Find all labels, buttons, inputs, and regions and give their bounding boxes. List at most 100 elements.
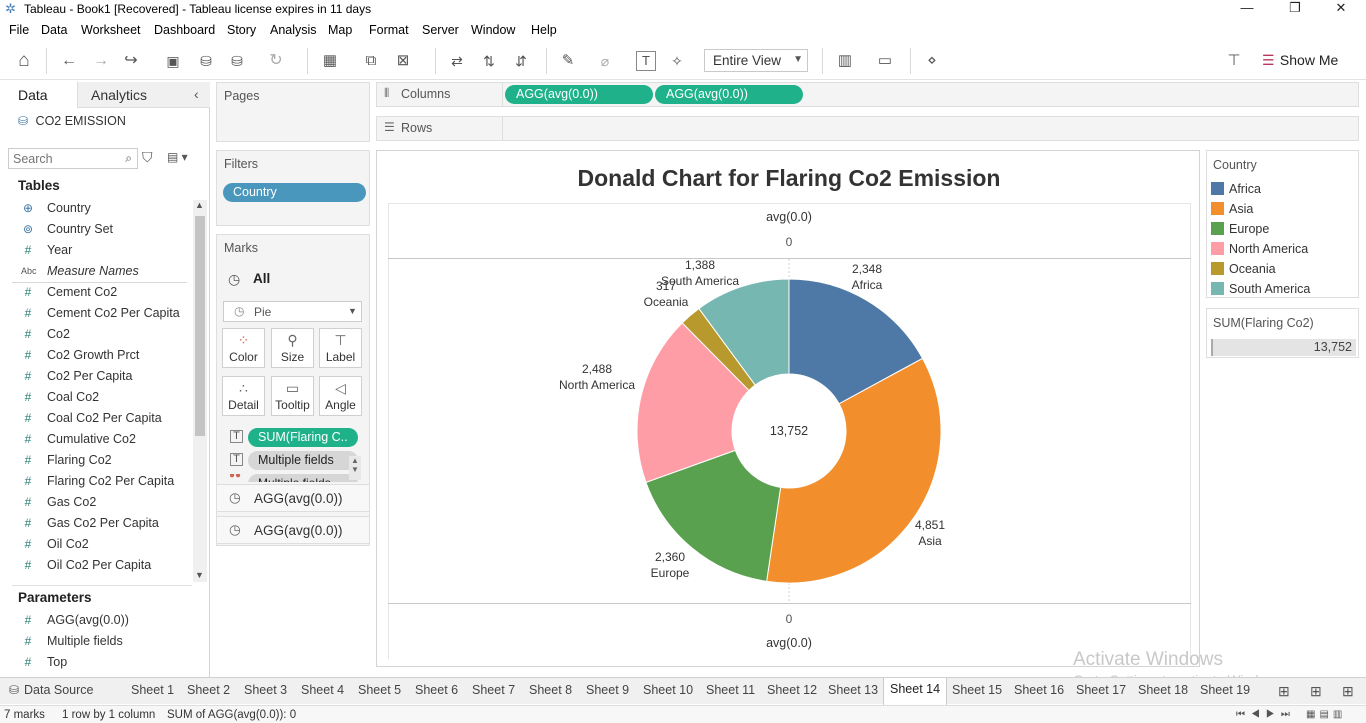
field-item[interactable]: # Gas Co2 Per Capita	[18, 513, 190, 534]
save-icon[interactable]: ▣	[162, 50, 184, 72]
menu-analysis[interactable]: Analysis	[270, 23, 317, 37]
detail-button[interactable]: ∴ Detail	[222, 376, 265, 416]
new-story-icon[interactable]: ⊞	[1342, 683, 1354, 700]
sheet-tab[interactable]: Sheet 16	[1014, 683, 1064, 697]
column-pill-2[interactable]: AGG(avg(0.0))	[655, 85, 803, 104]
menu-help[interactable]: Help	[531, 23, 557, 37]
columns-shelf[interactable]: ⦀ Columns AGG(avg(0.0)) AGG(avg(0.0))	[376, 82, 1359, 107]
highlight-icon[interactable]: ✎	[557, 50, 579, 72]
pin-icon[interactable]: ✧	[666, 50, 688, 72]
sheet-tab[interactable]: Sheet 9	[586, 683, 629, 697]
label-icon[interactable]: T	[636, 51, 656, 71]
marks-agg-row-2[interactable]: ◷ AGG(avg(0.0))	[216, 516, 370, 544]
fit-dropdown[interactable]: Entire View ▼	[704, 49, 808, 72]
field-item[interactable]: # Coal Co2 Per Capita	[18, 408, 190, 429]
close-window-button[interactable]: ✕	[1326, 0, 1356, 18]
rows-shelf[interactable]: ☰ Rows	[376, 116, 1359, 141]
redo-icon[interactable]: →	[90, 50, 112, 72]
sheet-tab[interactable]: Sheet 10	[643, 683, 693, 697]
mark-pill-multiple-fields-2[interactable]: Multiple fields	[248, 474, 358, 482]
new-dashboard-icon[interactable]: ⊞	[1310, 683, 1322, 700]
sheet-tab[interactable]: Sheet 13	[828, 683, 878, 697]
sheet-tab[interactable]: Sheet 11	[706, 683, 755, 697]
marks-agg-row-1[interactable]: ◷ AGG(avg(0.0))	[216, 484, 370, 512]
menu-map[interactable]: Map	[328, 23, 352, 37]
parameter-item[interactable]: # AGG(avg(0.0))	[18, 610, 190, 631]
group-icon[interactable]: ⌀	[594, 50, 616, 72]
sort-ascending-icon[interactable]: ⇅	[478, 50, 500, 72]
mark-pill-multiple-fields[interactable]: Multiple fields	[248, 451, 358, 470]
filters-card[interactable]: Filters Country	[216, 150, 370, 226]
view-options-icon[interactable]: ▤ ▾	[167, 150, 188, 164]
size-button[interactable]: ⚲ Size	[271, 328, 314, 368]
tab-data-source[interactable]: Data Source	[24, 683, 93, 697]
tab-data[interactable]: Data	[0, 82, 77, 108]
field-item[interactable]: # Cement Co2 Per Capita	[18, 303, 190, 324]
field-item[interactable]: # Co2 Per Capita	[18, 366, 190, 387]
presentation-icon[interactable]: ▭	[874, 50, 896, 72]
data-source-item[interactable]: ⛁ CO2 EMISSION	[18, 114, 126, 128]
field-item[interactable]: # Cumulative Co2	[18, 429, 190, 450]
sheet-tab[interactable]: Sheet 4	[301, 683, 344, 697]
sheet-tab[interactable]: Sheet 3	[244, 683, 287, 697]
field-item[interactable]: # Oil Co2 Per Capita	[18, 555, 190, 576]
field-item[interactable]: # Cement Co2	[18, 282, 190, 303]
color-legend[interactable]: Country Africa Asia Europe North America Oce…	[1206, 150, 1359, 298]
search-field[interactable]: ⌕	[8, 148, 138, 169]
scrollbar-thumb[interactable]	[195, 216, 205, 436]
show-cards-icon[interactable]: ▥	[834, 50, 856, 72]
sheet-tab[interactable]: Sheet 5	[358, 683, 401, 697]
sheet-tab[interactable]: Sheet 15	[952, 683, 1002, 697]
swap-icon[interactable]: ⇄	[446, 50, 468, 72]
viz-area[interactable]: Donald Chart for Flaring Co2 Emission av…	[376, 150, 1200, 667]
sheet-tab[interactable]: Sheet 2	[187, 683, 230, 697]
menu-file[interactable]: File	[9, 23, 29, 37]
menu-server[interactable]: Server	[422, 23, 459, 37]
sheet-tab[interactable]: Sheet 18	[1138, 683, 1188, 697]
parameter-item[interactable]: # Multiple fields	[18, 631, 190, 652]
sheet-tab[interactable]: Sheet 17	[1076, 683, 1126, 697]
show-me-button[interactable]: ☰ Show Me	[1262, 52, 1338, 69]
field-item[interactable]: # Coal Co2	[18, 387, 190, 408]
new-worksheet-icon[interactable]: ⊞	[1278, 683, 1290, 700]
donut-chart[interactable]: 13,752 2,348 Africa 4,851 Asia 2,360 Europe 2,4…	[377, 151, 1201, 668]
clear-sheet-icon[interactable]: ⊠	[392, 50, 414, 72]
filter-pill-country[interactable]: Country	[223, 183, 366, 202]
scroll-down-icon[interactable]: ▼	[195, 570, 204, 580]
menu-story[interactable]: Story	[227, 23, 256, 37]
tooltip-button[interactable]: ▭ Tooltip	[271, 376, 314, 416]
sheet-tab[interactable]: Sheet 14	[883, 678, 948, 705]
pause-update-icon[interactable]: ⛁	[226, 50, 248, 72]
sort-descending-icon[interactable]: ⇵	[510, 50, 532, 72]
menu-data[interactable]: Data	[41, 23, 67, 37]
new-data-source-icon[interactable]: ⛁	[195, 50, 217, 72]
tab-analytics[interactable]: Analytics ‹	[77, 82, 210, 108]
field-item[interactable]: # Flaring Co2 Per Capita	[18, 471, 190, 492]
field-item[interactable]: # Flaring Co2	[18, 450, 190, 471]
field-item[interactable]: # Year	[18, 240, 190, 261]
sheet-tab[interactable]: Sheet 12	[767, 683, 817, 697]
mark-type-dropdown[interactable]: ◷ Pie ▼	[223, 301, 362, 322]
share-icon[interactable]: ⋄	[921, 50, 943, 72]
field-item[interactable]: # Gas Co2	[18, 492, 190, 513]
sheet-tab[interactable]: Sheet 1	[131, 683, 174, 697]
home-icon[interactable]: ⌂	[13, 50, 35, 72]
replay-icon[interactable]: ↪	[120, 50, 142, 72]
label-button[interactable]: ⊤ Label	[319, 328, 362, 368]
sheet-tab[interactable]: Sheet 19	[1200, 683, 1250, 697]
format-painter-icon[interactable]: ⊤	[1223, 50, 1245, 72]
menu-window[interactable]: Window	[471, 23, 515, 37]
scroll-up-icon[interactable]: ▲	[195, 200, 204, 210]
collapse-pane-icon[interactable]: ‹	[194, 86, 199, 102]
column-pill-1[interactable]: AGG(avg(0.0))	[505, 85, 653, 104]
new-worksheet-icon[interactable]: ▦	[319, 50, 341, 72]
refresh-icon[interactable]: ↻	[265, 50, 287, 72]
field-item[interactable]: Abc Measure Names	[18, 261, 190, 282]
duplicate-sheet-icon[interactable]: ⧉	[360, 50, 382, 72]
sheet-nav-icons[interactable]: ⏮◀▶⏭	[1236, 709, 1296, 720]
field-item[interactable]: # Co2 Growth Prct	[18, 345, 190, 366]
field-item[interactable]: ⊚ Country Set	[18, 219, 190, 240]
field-list-scrollbar[interactable]: ▲ ▼	[193, 200, 207, 582]
sheet-tab[interactable]: Sheet 8	[529, 683, 572, 697]
mark-pill-flaring[interactable]: SUM(Flaring C..	[248, 428, 358, 447]
